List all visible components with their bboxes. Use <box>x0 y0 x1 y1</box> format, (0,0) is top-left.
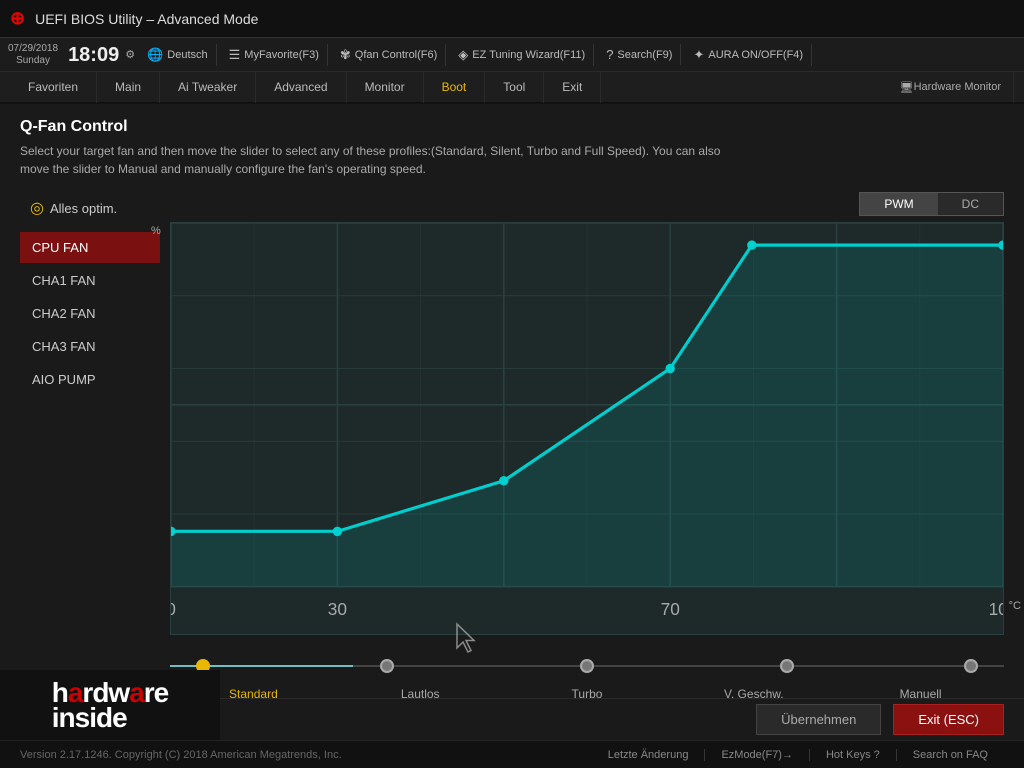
datetime-display: 07/29/2018 Sunday <box>8 43 58 67</box>
star-icon: ☰ <box>229 47 241 63</box>
fan-icon: ✾ <box>340 47 351 63</box>
fan-cha2[interactable]: CHA2 FAN <box>20 298 160 329</box>
nav-tool[interactable]: Tool <box>485 71 544 103</box>
cursor-indicator <box>455 622 483 660</box>
nav-exit[interactable]: Exit <box>544 71 601 103</box>
x-axis-label: °C <box>1009 600 1021 612</box>
main-content: Q-Fan Control Select your target fan and… <box>0 104 1024 698</box>
slider-dot-turbo[interactable] <box>580 659 594 673</box>
footer-ez-mode[interactable]: EzMode(F7)→ <box>705 749 810 761</box>
tune-icon: ◈ <box>458 47 468 63</box>
slider-dot-lautlos[interactable] <box>380 659 394 673</box>
svg-text:70: 70 <box>661 599 680 619</box>
right-panel: PWM DC % °C <box>160 192 1004 705</box>
footer-hot-keys[interactable]: Hot Keys ? <box>810 749 897 761</box>
myfavorite-btn[interactable]: ☰ MyFavorite(F3) <box>221 44 328 66</box>
search-icon: ? <box>606 47 613 62</box>
second-bar: 07/29/2018 Sunday 18:09 ⚙ 🌐 Deutsch ☰ My… <box>0 38 1024 72</box>
rog-logo: ⊕ <box>10 8 25 29</box>
deutsch-btn[interactable]: 🌐 Deutsch <box>139 44 217 66</box>
nav-hw-monitor[interactable]: 🖥 Hardware Monitor <box>888 71 1014 103</box>
monitor-icon: 🖥 <box>900 81 914 94</box>
nav-monitor[interactable]: Monitor <box>347 71 424 103</box>
aura-btn[interactable]: ✦ AURA ON/OFF(F4) <box>685 44 812 66</box>
watermark-text: hardware inside <box>52 680 169 730</box>
left-panel: ◎ Alles optim. CPU FAN CHA1 FAN CHA2 FAN… <box>20 192 160 705</box>
footer-last-change[interactable]: Letzte Änderung <box>592 749 706 761</box>
mode-dc-btn[interactable]: DC <box>938 193 1003 215</box>
mode-toggle: PWM DC <box>859 192 1004 216</box>
slider-dot-manuell[interactable] <box>964 659 978 673</box>
nav-favoriten[interactable]: Favoriten <box>10 71 97 103</box>
fan-aio[interactable]: AIO PUMP <box>20 364 160 395</box>
fan-cpu[interactable]: CPU FAN <box>20 232 160 263</box>
date-label: 07/29/2018 <box>8 43 58 55</box>
fan-chart: % °C <box>170 222 1004 635</box>
fan-cha1[interactable]: CHA1 FAN <box>20 265 160 296</box>
footer-search-faq[interactable]: Search on FAQ <box>897 749 1004 761</box>
optim-icon: ◎ <box>30 198 44 218</box>
svg-text:30: 30 <box>328 599 347 619</box>
mode-pwm-btn[interactable]: PWM <box>860 193 937 215</box>
chart-svg: 100 50 0 0 30 70 100 <box>171 223 1003 634</box>
optim-button[interactable]: ◎ Alles optim. <box>20 192 160 224</box>
page-description: Select your target fan and then move the… <box>20 142 740 178</box>
apply-button[interactable]: Übernehmen <box>756 704 881 735</box>
label-vgeschw: V. Geschw. <box>670 687 837 701</box>
settings-icon[interactable]: ⚙ <box>125 48 135 61</box>
slider-dot-vgeschw[interactable] <box>780 659 794 673</box>
bios-title: UEFI BIOS Utility – Advanced Mode <box>35 11 258 27</box>
footer-links: Letzte Änderung EzMode(F7)→ Hot Keys ? S… <box>592 749 1004 761</box>
eztuning-btn[interactable]: ◈ EZ Tuning Wizard(F11) <box>450 44 594 66</box>
nav-boot[interactable]: Boot <box>424 71 486 103</box>
top-bar: ⊕ UEFI BIOS Utility – Advanced Mode <box>0 0 1024 38</box>
nav-aitweaker[interactable]: Ai Tweaker <box>160 71 256 103</box>
cursor-icon <box>455 622 483 654</box>
day-label: Sunday <box>16 55 50 67</box>
time-display: 18:09 <box>68 45 119 65</box>
content-area: ◎ Alles optim. CPU FAN CHA1 FAN CHA2 FAN… <box>20 192 1004 705</box>
slider-labels: Standard Lautlos Turbo V. Geschw. Manuel… <box>170 687 1004 701</box>
y-axis-label: % <box>151 225 161 237</box>
search-btn[interactable]: ? Search(F9) <box>598 44 681 65</box>
aura-icon: ✦ <box>693 47 704 63</box>
svg-text:100: 100 <box>989 599 1003 619</box>
profile-slider-section: Standard Lautlos Turbo V. Geschw. Manuel… <box>170 651 1004 705</box>
label-lautlos: Lautlos <box>337 687 504 701</box>
exit-button[interactable]: Exit (ESC) <box>893 704 1004 735</box>
nav-bar: Favoriten Main Ai Tweaker Advanced Monit… <box>0 72 1024 104</box>
watermark: hardware inside <box>0 670 220 740</box>
slider-track-container <box>170 651 1004 681</box>
footer-version: Version 2.17.1246. Copyright (C) 2018 Am… <box>20 749 342 761</box>
svg-text:0: 0 <box>171 599 176 619</box>
qfan-btn[interactable]: ✾ Qfan Control(F6) <box>332 44 446 66</box>
nav-main[interactable]: Main <box>97 71 160 103</box>
fan-cha3[interactable]: CHA3 FAN <box>20 331 160 362</box>
nav-advanced[interactable]: Advanced <box>256 71 346 103</box>
footer: Version 2.17.1246. Copyright (C) 2018 Am… <box>0 740 1024 768</box>
page-title: Q-Fan Control <box>20 118 1004 136</box>
label-manuell: Manuell <box>837 687 1004 701</box>
globe-icon: 🌐 <box>147 47 163 63</box>
watermark-line2: inside <box>52 705 169 730</box>
label-turbo: Turbo <box>504 687 671 701</box>
